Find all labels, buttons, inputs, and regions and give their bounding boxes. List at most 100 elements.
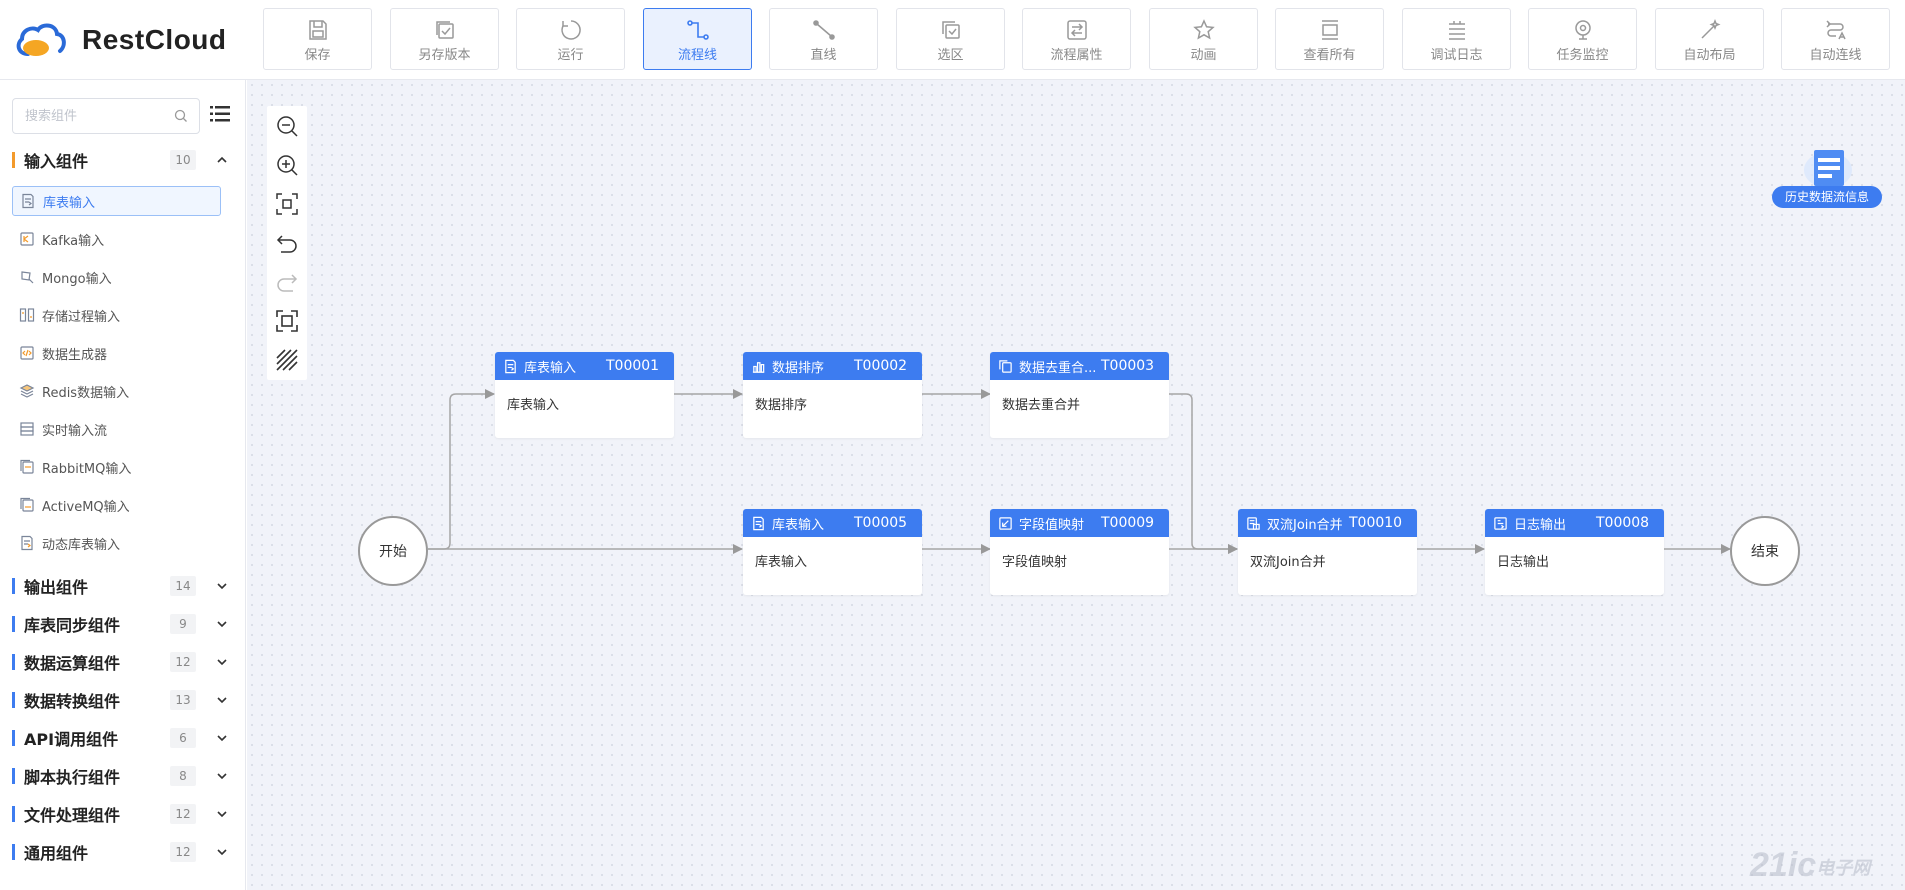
flow-node-t00008[interactable]: 日志输出 T00008 日志输出 <box>1485 509 1664 595</box>
component-item-rabbitmq[interactable]: RabbitMQ输入 <box>12 452 221 482</box>
toolbar-animation-button[interactable]: 动画 <box>1149 8 1258 70</box>
toolbar-label: 选区 <box>937 48 964 63</box>
flow-node-t00002[interactable]: 数据排序 T00002 数据排序 <box>743 352 922 438</box>
component-item-dynamic-table[interactable]: 动态库表输入 <box>12 528 221 558</box>
category-data-compute[interactable]: 数据运算组件 12 <box>12 650 234 674</box>
flow-node-t00009[interactable]: 字段值映射 T00009 字段值映射 <box>990 509 1169 595</box>
chevron-up-icon <box>217 156 227 163</box>
toolbar-flow-line-button[interactable]: 流程线 <box>643 8 752 70</box>
component-item-label: 库表输入 <box>43 195 96 211</box>
component-search-input[interactable] <box>25 99 175 133</box>
fit-view-icon <box>276 192 298 215</box>
component-item-mongo[interactable]: Mongo输入 <box>12 262 221 292</box>
node-id: T00001 <box>606 358 660 374</box>
toolbar-run-button[interactable]: 运行 <box>516 8 625 70</box>
category-name: 输入组件 <box>24 152 89 171</box>
category-name: 数据运算组件 <box>24 654 121 673</box>
table-input-icon <box>505 359 516 373</box>
undo-icon <box>276 234 297 253</box>
flow-node-t00001[interactable]: 库表输入 T00001 库表输入 <box>495 352 674 438</box>
straight-line-icon <box>812 20 835 40</box>
category-count: 12 <box>170 804 196 824</box>
category-count: 12 <box>170 842 196 862</box>
kafka-icon <box>20 232 34 246</box>
flow-node-t00010[interactable]: 双流Join合并 T00010 双流Join合并 <box>1238 509 1417 595</box>
chevron-down-icon <box>217 735 227 742</box>
toolbar-label: 运行 <box>557 48 584 63</box>
procedure-icon <box>19 308 35 322</box>
flow-node-t00005[interactable]: 库表输入 T00005 库表输入 <box>743 509 922 595</box>
category-file[interactable]: 文件处理组件 12 <box>12 802 234 826</box>
category-count: 13 <box>170 690 196 710</box>
category-output[interactable]: 输出组件 14 <box>12 574 234 598</box>
watermark-sub: 电子网 <box>1816 858 1871 879</box>
zoom-in-icon <box>277 154 298 176</box>
category-marker <box>12 616 15 632</box>
component-item-generator[interactable]: 数据生成器 <box>12 338 221 368</box>
category-marker <box>12 730 15 746</box>
grid-toggle-button[interactable] <box>267 340 307 379</box>
toolbar-save-version-button[interactable]: 另存版本 <box>390 8 499 70</box>
auto-connect-icon <box>1825 20 1846 40</box>
node-title: 日志输出 <box>1514 517 1567 533</box>
toolbar-task-monitor-button[interactable]: 任务监控 <box>1528 8 1637 70</box>
toolbar-label: 另存版本 <box>418 48 471 63</box>
toolbar-label: 任务监控 <box>1556 48 1609 63</box>
flow-node-t00003[interactable]: 数据去重合... T00003 数据去重合并 <box>990 352 1169 438</box>
component-item-redis[interactable]: Redis数据输入 <box>12 376 221 406</box>
toolbar-debug-log-button[interactable]: 调试日志 <box>1402 8 1511 70</box>
category-api-call[interactable]: API调用组件 6 <box>12 726 234 750</box>
node-title: 库表输入 <box>524 360 577 376</box>
chevron-down-icon <box>217 849 227 856</box>
toolbar-label: 直线 <box>810 48 837 63</box>
toolbar-flow-properties-button[interactable]: 流程属性 <box>1022 8 1131 70</box>
node-header: 日志输出 T00008 <box>1485 509 1664 537</box>
node-body: 双流Join合并 <box>1250 555 1326 570</box>
component-item-activemq[interactable]: ActiveMQ输入 <box>12 490 221 520</box>
toolbar-selection-button[interactable]: 选区 <box>896 8 1005 70</box>
start-node[interactable]: 开始 <box>358 516 428 586</box>
node-header: 库表输入 T00001 <box>495 352 674 380</box>
toolbar-auto-layout-button[interactable]: 自动布局 <box>1655 8 1764 70</box>
undo-button[interactable] <box>267 223 307 262</box>
toolbar-auto-connect-button[interactable]: 自动连线 <box>1781 8 1890 70</box>
category-count: 12 <box>170 652 196 672</box>
toolbar-label: 动画 <box>1190 48 1217 63</box>
toolbar-view-all-button[interactable]: 查看所有 <box>1275 8 1384 70</box>
node-title: 库表输入 <box>772 517 825 533</box>
toolbar-label: 查看所有 <box>1303 48 1356 63</box>
flow-canvas[interactable] <box>247 80 1905 890</box>
top-toolbar: RestCloud 保存 另存版本 运行 流程线 直线 选区 流程属性 动画 查… <box>0 0 1905 80</box>
component-item-stream[interactable]: 实时输入流 <box>12 414 221 444</box>
category-general[interactable]: 通用组件 12 <box>12 840 234 864</box>
fullscreen-button[interactable] <box>267 301 307 340</box>
category-data-transform[interactable]: 数据转换组件 13 <box>12 688 234 712</box>
toolbar-straight-line-button[interactable]: 直线 <box>769 8 878 70</box>
category-name: 文件处理组件 <box>24 806 121 825</box>
search-icon[interactable] <box>173 108 189 124</box>
list-view-icon[interactable] <box>208 102 232 126</box>
toolbar-save-button[interactable]: 保存 <box>263 8 372 70</box>
grid-icon <box>276 348 298 371</box>
component-item-table-input[interactable]: 库表输入 <box>12 186 221 216</box>
component-item-kafka[interactable]: Kafka输入 <box>12 224 221 254</box>
category-count: 9 <box>170 614 196 634</box>
activemq-icon <box>20 497 34 512</box>
start-label: 开始 <box>379 544 407 560</box>
history-dataflow-button[interactable]: 历史数据流信息 <box>1772 146 1882 208</box>
zoom-out-button[interactable] <box>267 106 307 145</box>
category-table-sync[interactable]: 库表同步组件 9 <box>12 612 234 636</box>
table-input-icon <box>22 193 34 209</box>
toolbar-label: 自动连线 <box>1809 48 1862 63</box>
component-item-procedure[interactable]: 存储过程输入 <box>12 300 221 330</box>
category-input[interactable]: 输入组件 10 <box>12 148 234 172</box>
category-name: API调用组件 <box>24 730 119 749</box>
end-node[interactable]: 结束 <box>1730 516 1800 586</box>
category-script[interactable]: 脚本执行组件 8 <box>12 764 234 788</box>
node-body: 字段值映射 <box>1002 555 1068 570</box>
fit-view-button[interactable] <box>267 184 307 223</box>
node-header: 数据排序 T00002 <box>743 352 922 380</box>
generator-icon <box>20 346 34 360</box>
zoom-in-button[interactable] <box>267 145 307 184</box>
redo-button[interactable] <box>267 262 307 301</box>
